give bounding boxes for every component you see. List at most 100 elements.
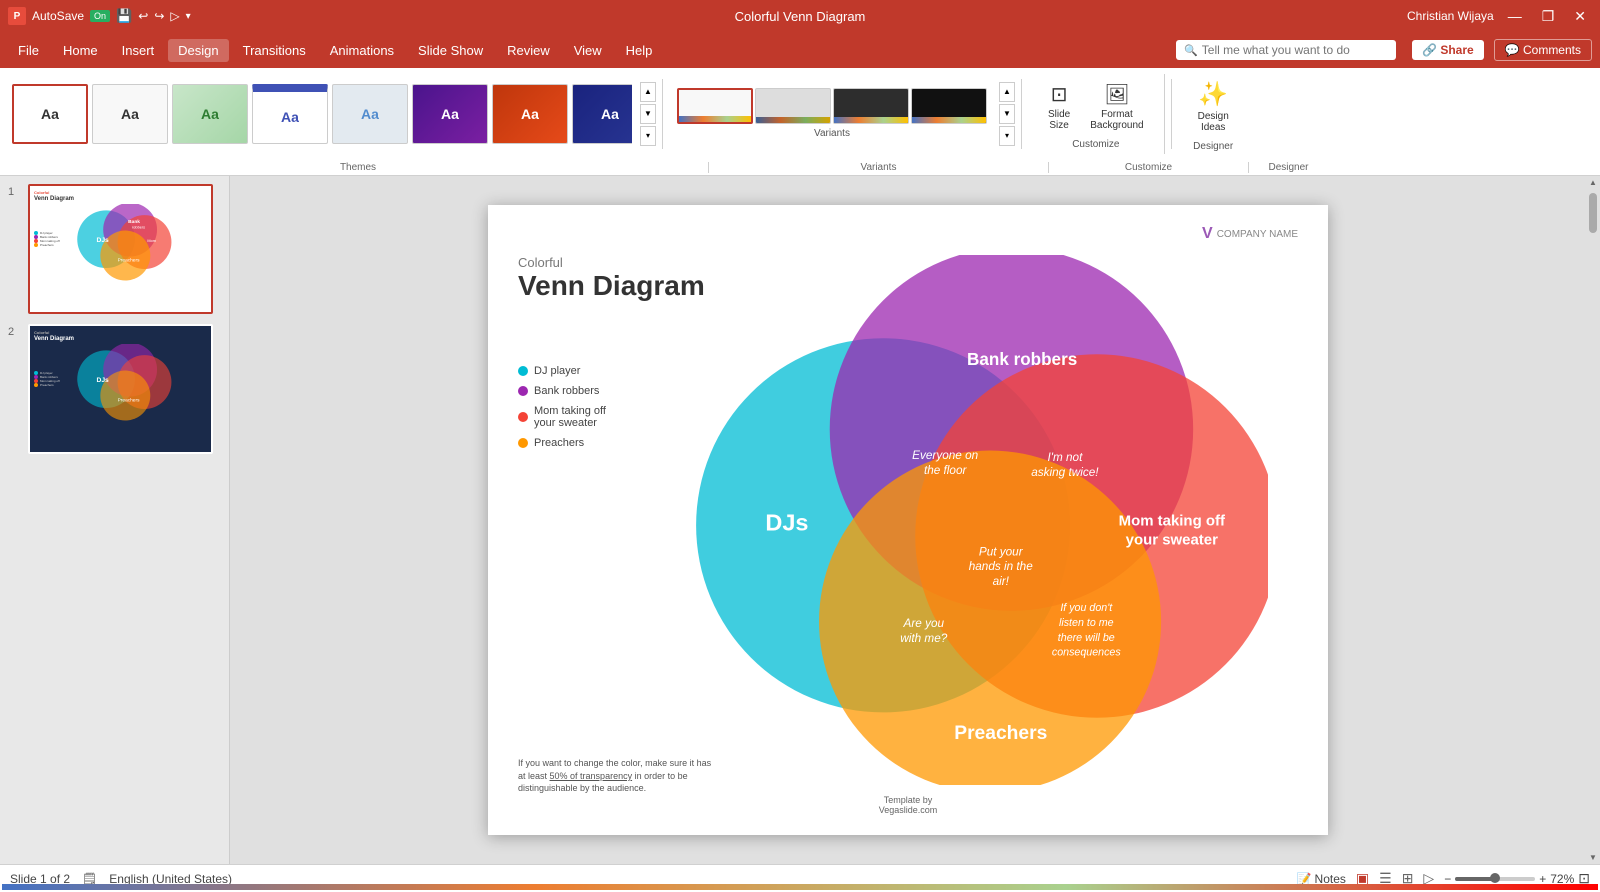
intersection-hands-2: hands in the bbox=[969, 560, 1033, 573]
comments-button[interactable]: 💬 Comments bbox=[1494, 39, 1592, 61]
legend-dot-mom bbox=[518, 412, 528, 422]
top-right-actions: 🔗 Share 💬 Comments bbox=[1412, 39, 1592, 61]
document-title: Colorful Venn Diagram bbox=[735, 9, 866, 24]
slide-item-2[interactable]: 2 Colorful Venn Diagram DJs Preachers DJ… bbox=[8, 324, 221, 454]
slide2-mini-legend: DJ player Bank robbers Mom taking off Pr… bbox=[34, 371, 60, 387]
variant-4[interactable] bbox=[911, 88, 987, 124]
menu-file[interactable]: File bbox=[8, 39, 49, 62]
designer-section-label: Designer bbox=[1248, 162, 1328, 173]
menu-transitions[interactable]: Transitions bbox=[233, 39, 316, 62]
menu-review[interactable]: Review bbox=[497, 39, 560, 62]
title-bar-left: P AutoSave On 💾 ↩ ↪ ▷ ▾ bbox=[8, 7, 191, 25]
slide2-small-title: Colorful bbox=[34, 330, 207, 335]
themes-section-label: Themes bbox=[8, 162, 708, 173]
scroll-thumb[interactable] bbox=[1589, 193, 1597, 233]
search-input[interactable] bbox=[1202, 43, 1382, 57]
menu-animations[interactable]: Animations bbox=[320, 39, 404, 62]
slide-size-label: SlideSize bbox=[1048, 109, 1070, 131]
customize-qat-icon[interactable]: ▾ bbox=[186, 11, 191, 22]
menu-slideshow[interactable]: Slide Show bbox=[408, 39, 493, 62]
intersection-with-me-2: with me? bbox=[900, 632, 947, 645]
variant-2[interactable] bbox=[755, 88, 831, 124]
autosave-label: AutoSave bbox=[32, 9, 84, 23]
scroll-up-arrow[interactable]: ▲ bbox=[1589, 178, 1597, 187]
menu-view[interactable]: View bbox=[564, 39, 612, 62]
ribbon-section-labels: Themes Variants Customize Designer bbox=[0, 159, 1600, 175]
variant-more-arrow[interactable]: ▾ bbox=[999, 126, 1015, 146]
share-button[interactable]: 🔗 Share bbox=[1412, 40, 1484, 60]
search-bar[interactable]: 🔍 bbox=[1176, 40, 1396, 60]
themes-section: Aa Aa Aa bbox=[8, 84, 636, 144]
variant-3[interactable] bbox=[833, 88, 909, 124]
intersection-asking-1: I'm not bbox=[1047, 451, 1083, 464]
minimize-btn[interactable]: — bbox=[1502, 8, 1528, 24]
save-icon[interactable]: 💾 bbox=[116, 8, 132, 24]
theme-ion[interactable]: Aa bbox=[572, 84, 632, 144]
theme-facet[interactable]: Aa bbox=[332, 84, 408, 144]
slide-thumb-2[interactable]: Colorful Venn Diagram DJs Preachers DJ p… bbox=[28, 324, 213, 454]
intersection-hands-1: Put your bbox=[979, 545, 1024, 558]
present-icon[interactable]: ▷ bbox=[170, 9, 179, 23]
slide-legend: DJ player Bank robbers Mom taking offyou… bbox=[518, 365, 606, 457]
legend-label-bank: Bank robbers bbox=[534, 385, 599, 397]
design-ideas-button[interactable]: ✨ DesignIdeas bbox=[1190, 76, 1237, 137]
gallery-down-arrow[interactable]: ▼ bbox=[640, 104, 656, 124]
slide-number-1: 1 bbox=[8, 186, 22, 198]
variant-1[interactable] bbox=[677, 88, 753, 124]
legend-item-dj: DJ player bbox=[518, 365, 606, 377]
intersection-hands-3: air! bbox=[993, 575, 1010, 588]
bottom-note-underline: 50% of transparency bbox=[550, 771, 633, 781]
menu-insert[interactable]: Insert bbox=[112, 39, 165, 62]
zoom-slider[interactable] bbox=[1455, 877, 1535, 881]
redo-icon[interactable]: ↪ bbox=[154, 9, 164, 23]
intersection-everyone-1: Everyone on bbox=[912, 449, 978, 462]
intersection-everyone-2: the floor bbox=[924, 464, 968, 477]
legend-dot-dj bbox=[518, 366, 528, 376]
maximize-btn[interactable]: ❐ bbox=[1536, 8, 1561, 25]
slide2-mini-venn: DJs Preachers bbox=[34, 344, 207, 424]
company-name: V COMPANY NAME bbox=[1202, 225, 1298, 243]
format-background-button[interactable]: 🖼 FormatBackground bbox=[1082, 78, 1151, 135]
slide-item-1[interactable]: 1 Colorful Venn Diagram DJs Bank robbers bbox=[8, 184, 221, 314]
menu-bar: File Home Insert Design Transitions Anim… bbox=[0, 32, 1600, 68]
design-ideas-icon: ✨ bbox=[1198, 80, 1228, 109]
gallery-up-arrow[interactable]: ▲ bbox=[640, 82, 656, 102]
undo-icon[interactable]: ↩ bbox=[138, 9, 148, 23]
format-background-label: FormatBackground bbox=[1090, 109, 1143, 131]
legend-label-dj: DJ player bbox=[534, 365, 580, 377]
svg-text:Mom: Mom bbox=[147, 239, 156, 243]
slide-canvas[interactable]: V COMPANY NAME Colorful Venn Diagram DJ … bbox=[488, 205, 1328, 835]
canvas-area: V COMPANY NAME Colorful Venn Diagram DJ … bbox=[230, 176, 1586, 864]
scroll-down-arrow[interactable]: ▼ bbox=[1589, 853, 1597, 862]
slide-size-button[interactable]: ⊡ SlideSize bbox=[1040, 78, 1078, 135]
close-btn[interactable]: ✕ bbox=[1568, 8, 1592, 25]
customize-buttons: ⊡ SlideSize 🖼 FormatBackground bbox=[1040, 78, 1152, 135]
theme-2[interactable]: Aa bbox=[92, 84, 168, 144]
menu-help[interactable]: Help bbox=[616, 39, 663, 62]
menu-design[interactable]: Design bbox=[168, 39, 228, 62]
intersection-listen-3: there will be bbox=[1058, 632, 1115, 644]
slide-panel[interactable]: 1 Colorful Venn Diagram DJs Bank robbers bbox=[0, 176, 230, 864]
ribbon: Aa Aa Aa bbox=[0, 68, 1600, 176]
svg-text:Bank: Bank bbox=[128, 219, 140, 225]
theme-organic[interactable]: Aa bbox=[172, 84, 248, 144]
variant-up-arrow[interactable]: ▲ bbox=[999, 82, 1015, 102]
variant-down-arrow[interactable]: ▼ bbox=[999, 104, 1015, 124]
format-background-icon: 🖼 bbox=[1104, 82, 1129, 107]
legend-item-mom: Mom taking offyour sweater bbox=[518, 405, 606, 429]
theme-office[interactable]: Aa bbox=[12, 84, 88, 144]
customize-section: ⊡ SlideSize 🖼 FormatBackground Customize bbox=[1028, 74, 1165, 154]
theme-colorful[interactable]: Aa bbox=[252, 84, 328, 144]
divider-themes-variants bbox=[662, 79, 663, 149]
slide1-mini-venn: DJs Bank robbers Mom Preachers bbox=[34, 204, 207, 284]
theme-integral[interactable]: Aa bbox=[412, 84, 488, 144]
design-ideas-label: DesignIdeas bbox=[1198, 111, 1229, 133]
gallery-more-arrow[interactable]: ▾ bbox=[640, 126, 656, 146]
slide-thumb-1[interactable]: Colorful Venn Diagram DJs Bank robbers M… bbox=[28, 184, 213, 314]
divider-customize-designer bbox=[1171, 79, 1172, 149]
slide1-mini-legend: DJ player Bank robbers Mom taking off Pr… bbox=[34, 231, 60, 247]
right-scrollbar[interactable]: ▲ ▼ bbox=[1586, 176, 1600, 864]
theme-ion-boardroom[interactable]: Aa bbox=[492, 84, 568, 144]
menu-home[interactable]: Home bbox=[53, 39, 108, 62]
autosave-badge: On bbox=[90, 10, 110, 22]
